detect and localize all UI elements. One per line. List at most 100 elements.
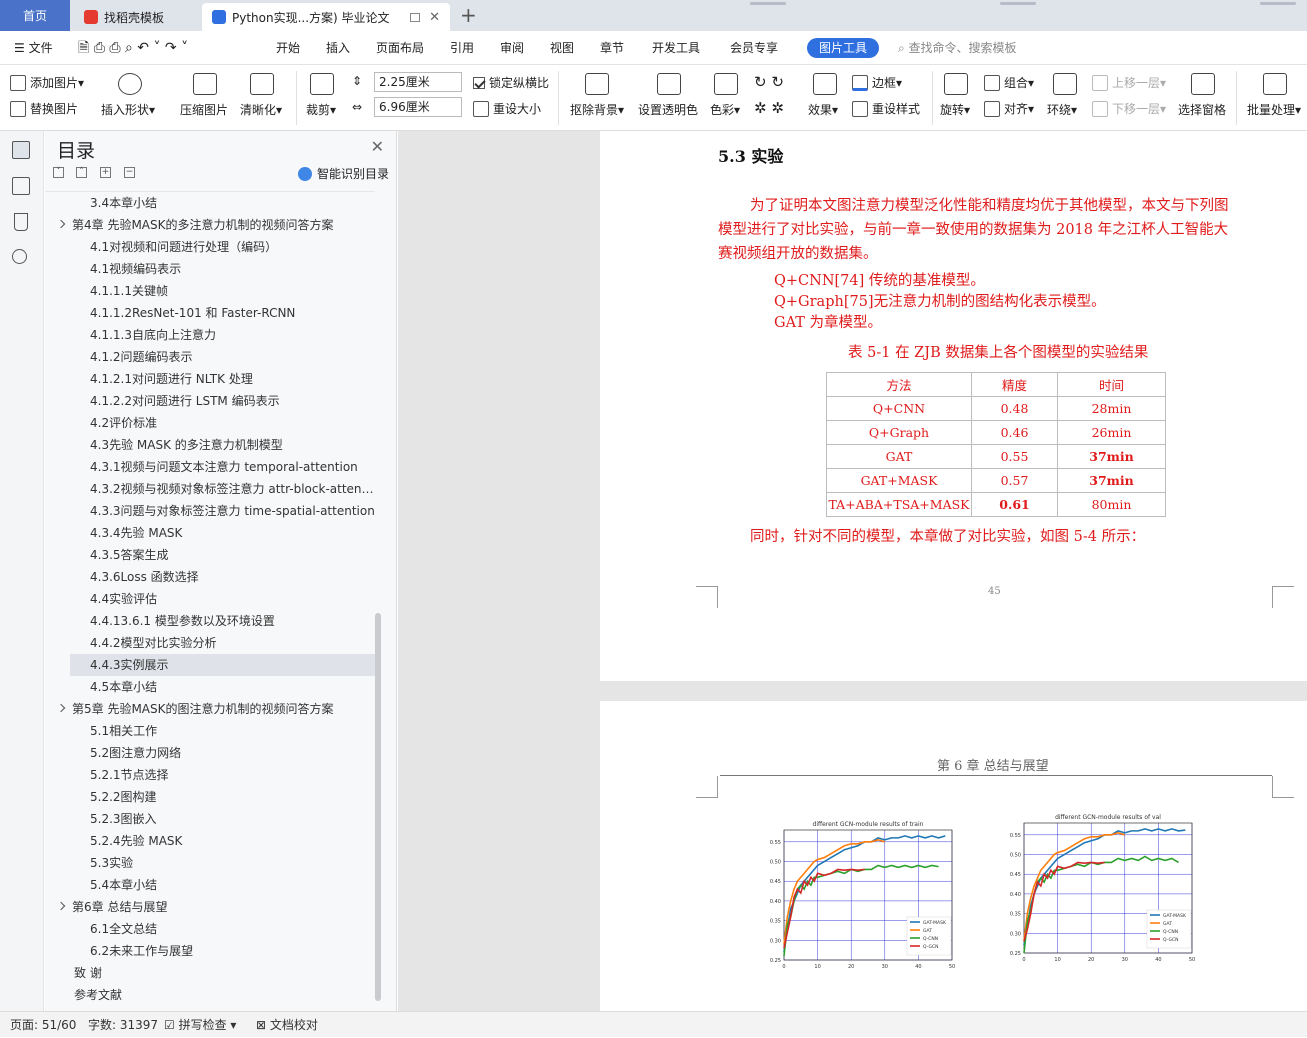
toc-panel-icon[interactable]: [12, 141, 30, 159]
close-icon[interactable]: ✕: [371, 137, 384, 156]
toc-item[interactable]: 5.3实验: [45, 852, 375, 874]
menu-chapter[interactable]: 章节: [600, 31, 624, 65]
toc-item[interactable]: 致 谢: [45, 962, 375, 984]
toc-scrollbar[interactable]: [375, 613, 381, 1001]
menu-picture-tools[interactable]: 图片工具: [807, 38, 880, 58]
send-backward-button[interactable]: 下移一层 ▾: [1092, 100, 1166, 117]
navigation-icon[interactable]: [12, 177, 30, 195]
tab-document[interactable]: Python实现...方案) 毕业论文 ✕: [202, 3, 450, 31]
tab-home[interactable]: 首页: [0, 0, 70, 31]
collapse-all-icon[interactable]: ˅: [53, 167, 64, 178]
toc-item[interactable]: 4.1视频编码表示: [45, 258, 375, 280]
toc-item[interactable]: 第5章 先验MASK的图注意力机制的视频问答方案: [45, 698, 375, 720]
toc-item[interactable]: 4.3.5答案生成: [45, 544, 375, 566]
page-count[interactable]: 页面: 51/60: [10, 1012, 76, 1038]
add-level-icon[interactable]: +: [100, 167, 111, 178]
quick-access-icons[interactable]: 🗎 ⎙ ⎙ ⌕ ↶ ˅ ↷ ˅: [78, 31, 188, 65]
toc-item[interactable]: 3.4本章小结: [45, 192, 375, 214]
toc-item[interactable]: 4.3.6Loss 函数选择: [45, 566, 375, 588]
word-count[interactable]: 字数: 31397: [88, 1012, 158, 1038]
toc-item[interactable]: 4.1对视频和问题进行处理（编码）: [45, 236, 375, 258]
expand-up-icon[interactable]: ˄: [76, 167, 87, 178]
toc-item[interactable]: 5.2.4先验 MASK: [45, 830, 375, 852]
menu-developer[interactable]: 开发工具: [652, 31, 700, 65]
toc-item[interactable]: 4.3.1视频与问题文本注意力 temporal-attention: [45, 456, 375, 478]
proofread-button[interactable]: ⊠ 文档校对: [256, 1012, 318, 1038]
crop-button[interactable]: 裁剪 ▾: [306, 101, 336, 118]
menu-layout[interactable]: 页面布局: [376, 31, 424, 65]
toc-item[interactable]: 4.1.2问题编码表示: [45, 346, 375, 368]
search-icon[interactable]: [12, 249, 27, 264]
rotate-button[interactable]: 旋转 ▾: [940, 101, 970, 118]
spell-check-button[interactable]: ☑ 拼写检查 ▾: [164, 1012, 236, 1038]
reset-style-button[interactable]: 重设样式: [852, 100, 920, 117]
replace-picture-button[interactable]: 替换图片: [10, 100, 78, 117]
bring-forward-button[interactable]: 上移一层 ▾: [1092, 74, 1166, 91]
file-menu[interactable]: ☰ 文件: [14, 31, 53, 65]
effect-button[interactable]: 效果 ▾: [808, 101, 838, 118]
chevron-right-icon[interactable]: [56, 219, 66, 229]
tab-template[interactable]: 找稻壳模板: [74, 3, 200, 31]
restore-icon[interactable]: [410, 12, 420, 22]
set-transparent-button[interactable]: 设置透明色: [638, 101, 698, 118]
toc-item[interactable]: 5.2图注意力网络: [45, 742, 375, 764]
toc-item[interactable]: 6.2未来工作与展望: [45, 940, 375, 962]
toc-item[interactable]: 4.3.4先验 MASK: [45, 522, 375, 544]
menu-view[interactable]: 视图: [550, 31, 574, 65]
width-input[interactable]: 6.96厘米: [374, 97, 462, 117]
remove-background-button[interactable]: 抠除背景 ▾: [570, 101, 624, 118]
add-picture-button[interactable]: 添加图片 ▾: [10, 74, 84, 91]
toc-item[interactable]: 第6章 总结与展望: [45, 896, 375, 918]
toc-item[interactable]: 5.1相关工作: [45, 720, 375, 742]
toc-item[interactable]: 4.2评价标准: [45, 412, 375, 434]
toc-item[interactable]: 4.1.1.1关键帧: [45, 280, 375, 302]
reset-size-button[interactable]: 重设大小: [473, 100, 541, 117]
toc-item[interactable]: 5.2.1节点选择: [45, 764, 375, 786]
new-tab-icon[interactable]: +: [460, 3, 477, 27]
toc-item[interactable]: 4.1.2.1对问题进行 NLTK 处理: [45, 368, 375, 390]
contrast-icons[interactable]: ✲ ✲: [754, 99, 784, 117]
close-tab-icon[interactable]: ✕: [429, 10, 440, 25]
chevron-right-icon[interactable]: [56, 901, 66, 911]
toc-item[interactable]: 4.1.1.2ResNet-101 和 Faster-RCNN: [45, 302, 375, 324]
toc-item[interactable]: 4.4实验评估: [45, 588, 375, 610]
clarify-button[interactable]: 清晰化 ▾: [240, 101, 282, 118]
lock-ratio-checkbox[interactable]: 锁定纵横比: [473, 74, 549, 91]
batch-button[interactable]: 批量处理 ▾: [1247, 101, 1301, 118]
menu-reference[interactable]: 引用: [450, 31, 474, 65]
menu-review[interactable]: 审阅: [500, 31, 524, 65]
chevron-right-icon[interactable]: [56, 703, 66, 713]
align-button[interactable]: 对齐 ▾: [984, 100, 1034, 117]
toc-item[interactable]: 6.1全文总结: [45, 918, 375, 940]
border-button[interactable]: 边框 ▾: [852, 74, 902, 91]
toc-item[interactable]: 4.4.2模型对比实验分析: [45, 632, 375, 654]
toc-item[interactable]: 参考文献: [45, 984, 375, 1006]
group-button[interactable]: 组合 ▾: [984, 74, 1034, 91]
height-input[interactable]: 2.25厘米: [374, 72, 462, 92]
toc-item[interactable]: 4.4.3实例展示: [70, 654, 375, 676]
toc-item[interactable]: 5.2.2图构建: [45, 786, 375, 808]
toc-item[interactable]: 5.2.3图嵌入: [45, 808, 375, 830]
compress-button[interactable]: 压缩图片: [180, 101, 228, 118]
toc-item[interactable]: 第4章 先验MASK的多注意力机制的视频问答方案: [45, 214, 375, 236]
menu-start[interactable]: 开始: [276, 31, 300, 65]
menu-member[interactable]: 会员专享: [730, 31, 778, 65]
val-chart[interactable]: different GCN-module results of val0.250…: [990, 809, 1205, 969]
selection-pane-button[interactable]: 选择窗格: [1178, 101, 1226, 118]
toc-item[interactable]: 4.5本章小结: [45, 676, 375, 698]
toc-item[interactable]: 4.3先验 MASK 的多注意力机制模型: [45, 434, 375, 456]
toc-item[interactable]: 4.1.1.3自底向上注意力: [45, 324, 375, 346]
brightness-icons[interactable]: ↻ ↻: [754, 73, 784, 91]
toc-item[interactable]: 4.3.3问题与对象标签注意力 time-spatial-attention: [45, 500, 375, 522]
toc-item[interactable]: 4.1.2.2对问题进行 LSTM 编码表示: [45, 390, 375, 412]
bookmark-icon[interactable]: [14, 213, 28, 231]
train-chart[interactable]: different GCN-module results of train 0.2…: [750, 816, 965, 976]
menu-insert[interactable]: 插入: [326, 31, 350, 65]
toc-item[interactable]: 4.3.2视频与视频对象标签注意力 attr-block-attention: [45, 478, 375, 500]
wrap-button[interactable]: 环绕 ▾: [1047, 101, 1077, 118]
command-search[interactable]: ⌕ 查找命令、搜索模板: [898, 31, 1017, 65]
toc-item[interactable]: 5.4本章小结: [45, 874, 375, 896]
color-button[interactable]: 色彩 ▾: [710, 101, 740, 118]
smart-toc-button[interactable]: 智能识别目录: [297, 165, 389, 182]
remove-level-icon[interactable]: −: [124, 167, 135, 178]
